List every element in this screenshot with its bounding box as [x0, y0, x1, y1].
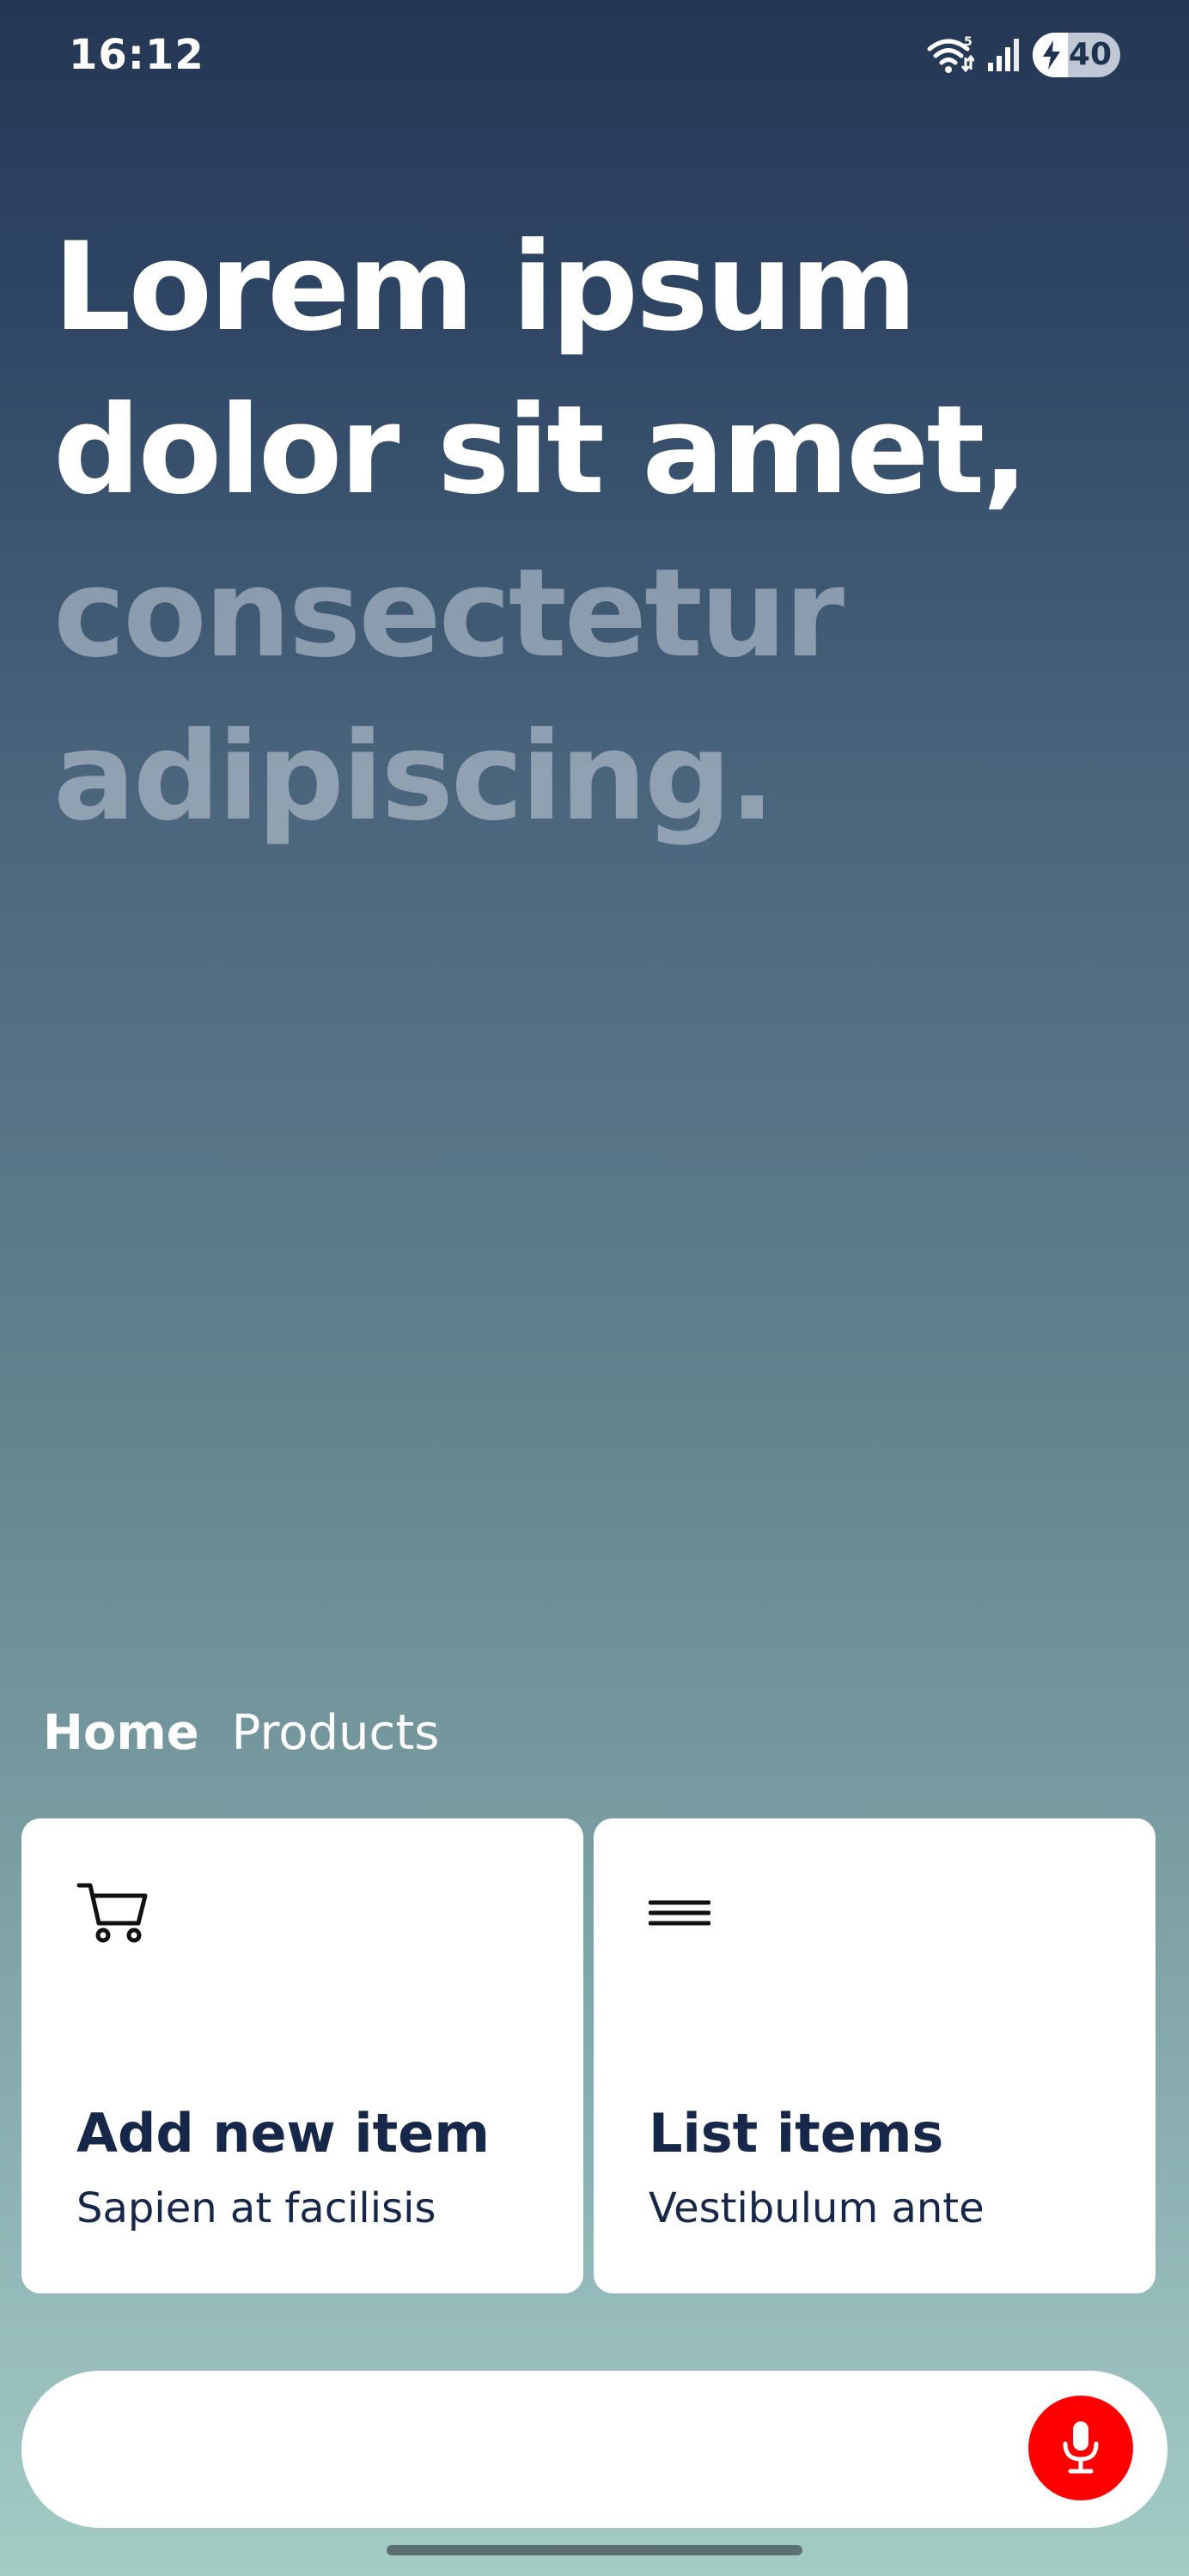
status-bar: 16:12 5 40 [0, 0, 1189, 112]
wifi-badge: 5 [964, 35, 973, 49]
tab-home[interactable]: Home [43, 1705, 199, 1761]
card-title: List items [649, 2102, 944, 2165]
microphone-icon [1063, 2421, 1099, 2474]
hero-line-3: consectetur [53, 543, 844, 685]
wifi-icon: 5 [926, 35, 974, 75]
tab-products[interactable]: Products [232, 1705, 440, 1761]
battery-level: 40 [1068, 37, 1112, 72]
tab-bar: Home Products [43, 1705, 439, 1761]
add-new-item-card[interactable]: Add new item Sapien at facilisis [21, 1818, 583, 2293]
home-indicator[interactable] [387, 2545, 802, 2555]
charging-bolt-icon [1043, 40, 1060, 70]
hero-line-4: adipiscing. [53, 706, 776, 848]
battery-charging-icon: 40 [1033, 33, 1120, 77]
list-items-card[interactable]: List items Vestibulum ante [594, 1818, 1155, 2293]
message-input[interactable] [73, 2405, 975, 2491]
card-subtitle: Vestibulum ante [649, 2184, 985, 2232]
microphone-button[interactable] [1028, 2396, 1133, 2500]
hero-headline: Lorem ipsum dolor sit amet, consectetur … [53, 206, 1127, 859]
status-icons: 5 40 [926, 31, 1120, 79]
cart-icon [76, 1880, 150, 1949]
signal-icon [986, 37, 1021, 73]
hero-line-2: dolor sit amet, [53, 380, 1028, 521]
input-bar [21, 2371, 1168, 2528]
menu-icon [648, 1880, 711, 1949]
card-subtitle: Sapien at facilisis [76, 2184, 436, 2232]
card-title: Add new item [76, 2102, 490, 2165]
hero-line-1: Lorem ipsum [53, 216, 918, 358]
status-time: 16:12 [69, 31, 204, 79]
